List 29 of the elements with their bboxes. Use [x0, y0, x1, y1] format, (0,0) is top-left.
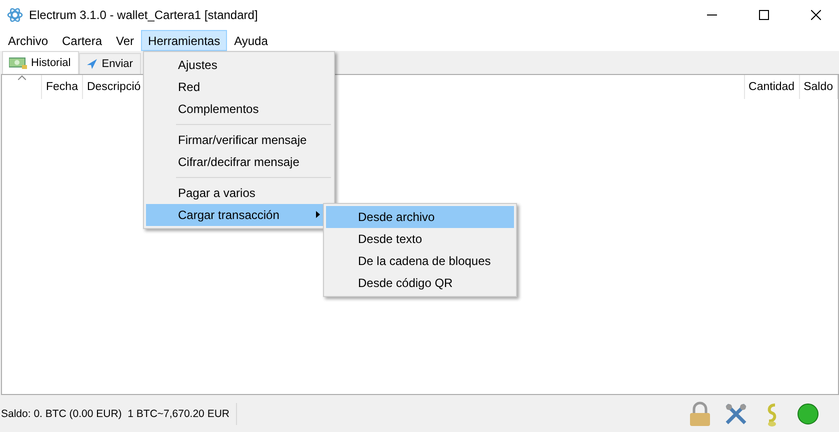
sort-icon[interactable]: [18, 75, 26, 80]
menu-item[interactable]: Complementos: [146, 98, 332, 120]
menu-item[interactable]: Desde archivo: [326, 206, 514, 228]
close-icon: [811, 10, 821, 20]
balance-text: Saldo: 0. BTC (0.00 EUR) 1 BTC~7,670.20 EUR: [1, 402, 236, 424]
caret-icon: [316, 211, 320, 218]
menu-item[interactable]: Pagar a varios: [146, 182, 332, 204]
maximize-icon: [759, 10, 769, 20]
menu-item[interactable]: Herramientas: [141, 30, 228, 51]
tab[interactable]: Historial: [2, 51, 79, 74]
column-header[interactable]: Fecha: [42, 75, 83, 99]
menu-item[interactable]: Ajustes: [146, 54, 332, 76]
menu-item[interactable]: Desde texto: [326, 228, 514, 250]
column-header[interactable]: Cantidad: [744, 75, 800, 99]
window-title: Electrum 3.1.0 - wallet_Cartera1 [standard]: [29, 8, 259, 22]
atom-icon: [7, 7, 23, 23]
menu-item[interactable]: Red: [146, 76, 332, 98]
menu-item[interactable]: Firmar/verificar mensaje: [146, 129, 332, 151]
paper-plane-icon: [86, 58, 98, 70]
banknote-icon: [9, 57, 27, 69]
column-header[interactable]: Saldo: [800, 75, 838, 99]
menu-item[interactable]: De la cadena de bloques: [326, 250, 514, 272]
menu-item[interactable]: Desde código QR: [326, 272, 514, 294]
menu-item[interactable]: Cifrar/decifrar mensaje: [146, 151, 332, 173]
menu-item[interactable]: Ayuda: [227, 30, 275, 51]
menu-item[interactable]: Cartera: [55, 30, 110, 51]
menu-item[interactable]: Archivo: [1, 30, 56, 51]
tab[interactable]: Enviar: [78, 53, 141, 74]
menu-item[interactable]: Ver: [109, 30, 142, 51]
